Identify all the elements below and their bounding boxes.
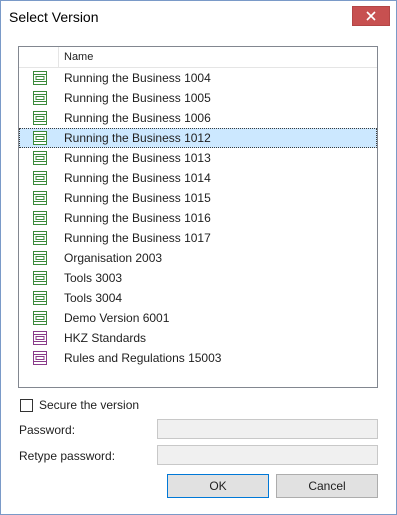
title-bar: Select Version xyxy=(1,1,396,33)
list-item[interactable]: Running the Business 1017 xyxy=(19,228,377,248)
dialog-title: Select Version xyxy=(9,9,99,25)
list-item-label: Running the Business 1004 xyxy=(64,71,211,85)
close-button[interactable] xyxy=(352,6,390,26)
list-item[interactable]: Demo Version 6001 xyxy=(19,308,377,328)
list-item[interactable]: Running the Business 1004 xyxy=(19,68,377,88)
list-item-label: Demo Version 6001 xyxy=(64,311,170,325)
list-item[interactable]: HKZ Standards xyxy=(19,328,377,348)
version-green-icon xyxy=(33,211,47,225)
list-item[interactable]: Rules and Regulations 15003 xyxy=(19,348,377,368)
retype-password-field[interactable] xyxy=(157,445,378,465)
list-item[interactable]: Running the Business 1014 xyxy=(19,168,377,188)
version-list[interactable]: Name Running the Business 1004 Running th… xyxy=(18,46,378,388)
list-item-label: Running the Business 1006 xyxy=(64,111,211,125)
list-item[interactable]: Running the Business 1013 xyxy=(19,148,377,168)
list-item[interactable]: Running the Business 1016 xyxy=(19,208,377,228)
dialog-window: Select Version Name Running the Business… xyxy=(0,0,397,515)
list-rows: Running the Business 1004 Running the Bus… xyxy=(19,68,377,368)
version-green-icon xyxy=(33,251,47,265)
version-green-icon xyxy=(33,271,47,285)
list-header: Name xyxy=(19,47,377,68)
list-item-label: Running the Business 1005 xyxy=(64,91,211,105)
cancel-button[interactable]: Cancel xyxy=(276,474,378,498)
version-green-icon xyxy=(33,191,47,205)
version-purple-icon xyxy=(33,331,47,345)
list-item[interactable]: Running the Business 1006 xyxy=(19,108,377,128)
list-item[interactable]: Tools 3004 xyxy=(19,288,377,308)
name-column-header[interactable]: Name xyxy=(64,51,93,63)
list-item-label: Running the Business 1016 xyxy=(64,211,211,225)
secure-version-checkbox[interactable] xyxy=(20,398,33,412)
list-item-label: Organisation 2003 xyxy=(64,251,163,265)
list-item-label: Running the Business 1013 xyxy=(64,151,211,165)
list-item[interactable]: Running the Business 1005 xyxy=(19,88,377,108)
list-item[interactable]: Running the Business 1015 xyxy=(19,188,377,208)
close-icon xyxy=(366,11,376,21)
version-green-icon xyxy=(33,111,47,125)
version-green-icon xyxy=(33,171,47,185)
icon-column-header[interactable] xyxy=(19,47,59,67)
version-green-icon xyxy=(33,231,47,245)
list-item[interactable]: Organisation 2003 xyxy=(19,248,377,268)
list-item[interactable]: Running the Business 1012 xyxy=(19,128,377,148)
ok-button[interactable]: OK xyxy=(167,474,269,498)
list-item-label: Running the Business 1012 xyxy=(64,131,211,145)
version-green-icon xyxy=(33,151,47,165)
list-item[interactable]: Tools 3003 xyxy=(19,268,377,288)
version-green-icon xyxy=(33,91,47,105)
list-item-label: Tools 3003 xyxy=(64,271,123,285)
list-item-label: Running the Business 1014 xyxy=(64,171,211,185)
version-purple-icon xyxy=(33,351,47,365)
retype-password-label: Retype password: xyxy=(19,449,116,463)
password-label: Password: xyxy=(19,423,76,437)
list-item-label: Running the Business 1015 xyxy=(64,191,211,205)
secure-version-label: Secure the version xyxy=(39,398,140,412)
version-green-icon xyxy=(33,71,47,85)
version-green-icon xyxy=(33,291,47,305)
password-field[interactable] xyxy=(157,419,378,439)
list-item-label: Running the Business 1017 xyxy=(64,231,211,245)
ok-button-label: OK xyxy=(209,479,227,493)
list-item-label: Rules and Regulations 15003 xyxy=(64,351,222,365)
list-item-label: Tools 3004 xyxy=(64,291,123,305)
secure-version-option[interactable]: Secure the version xyxy=(20,398,139,412)
list-item-label: HKZ Standards xyxy=(64,331,147,345)
cancel-button-label: Cancel xyxy=(308,479,346,493)
version-green-icon xyxy=(33,311,47,325)
version-green-icon xyxy=(33,131,47,145)
